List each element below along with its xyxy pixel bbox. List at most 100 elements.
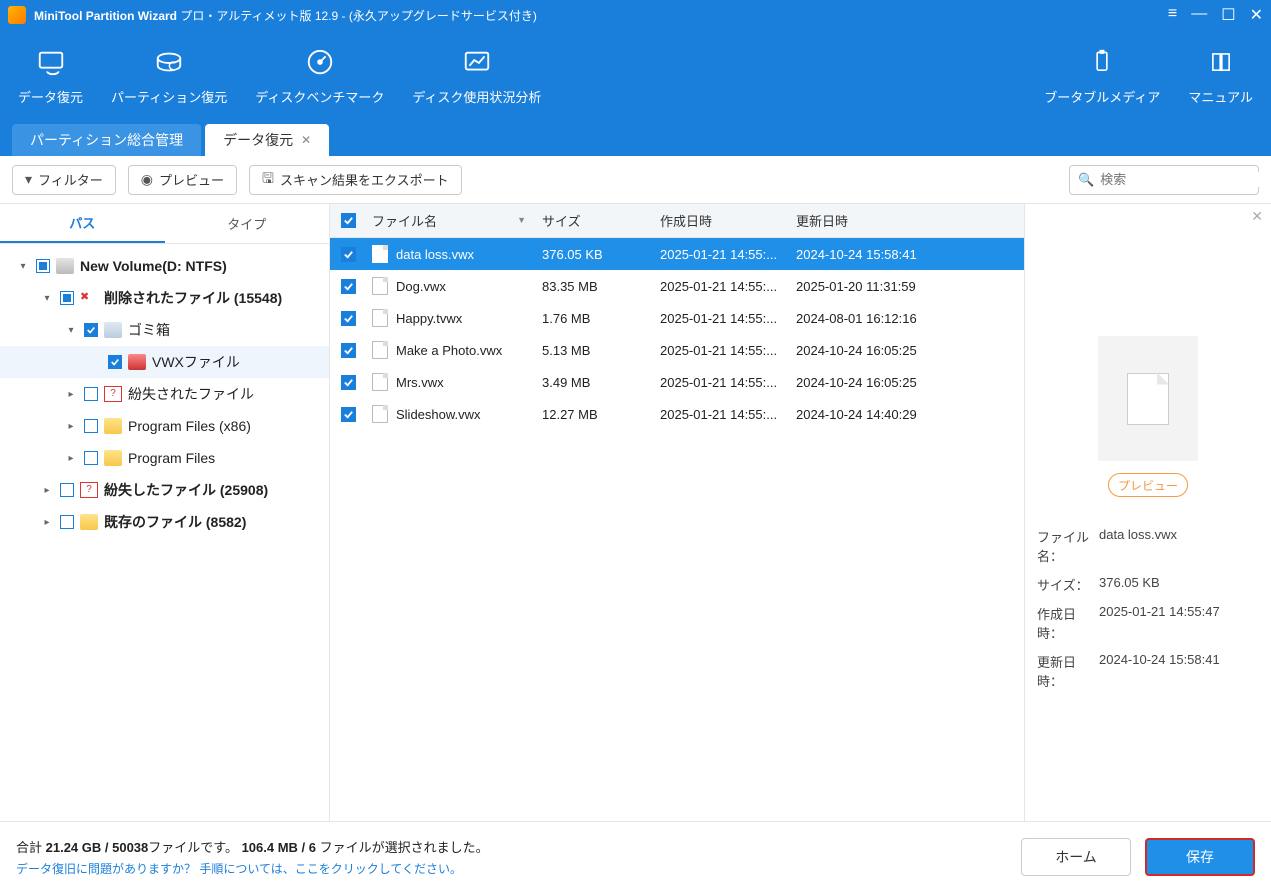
file-icon	[1127, 373, 1169, 425]
filter-button[interactable]: ▾ フィルター	[12, 165, 116, 195]
folder-icon	[104, 418, 122, 434]
lefttab-path[interactable]: パス	[0, 204, 165, 243]
file-row[interactable]: Happy.tvwx1.76 MB2025-01-21 14:55:...202…	[330, 302, 1024, 334]
toolbar-partition-recovery[interactable]: パーティション復元	[97, 45, 241, 106]
tree-item[interactable]: ▸既存のファイル (8582)	[0, 506, 329, 538]
file-created: 2025-01-21 14:55:...	[654, 375, 790, 390]
tree-checkbox[interactable]	[108, 355, 122, 369]
tree-item[interactable]: ▾ ✖ 削除されたファイル (15548)	[0, 282, 329, 314]
hamburger-icon[interactable]: ≡	[1168, 5, 1177, 25]
window-title: MiniTool Partition Wizard プロ・アルティメット版 12…	[34, 7, 1168, 24]
toolbar-disk-benchmark[interactable]: ディスクベンチマーク	[241, 45, 398, 106]
tree-item[interactable]: VWXファイル	[0, 346, 329, 378]
chevron-icon[interactable]: ▸	[40, 485, 54, 496]
save-button[interactable]: 保存	[1145, 838, 1255, 876]
toolbar-label: ディスク使用状況分析	[412, 87, 541, 106]
grid-body[interactable]: data loss.vwx376.05 KB2025-01-21 14:55:.…	[330, 238, 1024, 821]
tree-item[interactable]: ▸Program Files	[0, 442, 329, 474]
footer-help-link[interactable]: データ復旧に問題がありますか？ 手順については、ここをクリックしてください。	[16, 860, 489, 877]
info-label-created: 作成日時：	[1037, 604, 1099, 642]
preview-open-button[interactable]: プレビュー	[1108, 473, 1188, 497]
select-all-checkbox[interactable]	[341, 213, 356, 228]
row-checkbox[interactable]	[341, 311, 356, 326]
file-row[interactable]: Dog.vwx83.35 MB2025-01-21 14:55:...2025-…	[330, 270, 1024, 302]
tree-checkbox[interactable]	[84, 419, 98, 433]
tree-checkbox[interactable]	[84, 451, 98, 465]
tree-item[interactable]: ▾ゴミ箱	[0, 314, 329, 346]
toolbar-label: ディスクベンチマーク	[255, 87, 384, 106]
chevron-icon[interactable]: ▾	[16, 261, 30, 272]
file-created: 2025-01-21 14:55:...	[654, 407, 790, 422]
file-size: 83.35 MB	[536, 279, 654, 294]
close-button[interactable]: ✕	[1250, 5, 1263, 25]
file-icon	[372, 309, 388, 327]
file-row[interactable]: Mrs.vwx3.49 MB2025-01-21 14:55:...2024-1…	[330, 366, 1024, 398]
tab-label: パーティション総合管理	[30, 130, 183, 150]
file-row[interactable]: Slideshow.vwx 12.27 MB2025-01-21 14:55:..…	[330, 398, 1024, 430]
disk-benchmark-icon	[303, 45, 337, 79]
tree-label: New Volume(D: NTFS)	[80, 258, 227, 274]
preview-close-icon[interactable]: ✕	[1251, 208, 1263, 225]
file-icon	[372, 277, 388, 295]
x-icon: ✖	[80, 290, 98, 306]
main-toolbar: データ復元 パーティション復元 ディスクベンチマーク ディスク使用状況分析 ブー…	[0, 30, 1271, 120]
toolbar-manual[interactable]: マニュアル	[1174, 45, 1267, 106]
eye-icon: ◉	[141, 171, 153, 188]
tree-item[interactable]: ▸Program Files (x86)	[0, 410, 329, 442]
toolbar-data-recovery[interactable]: データ復元	[4, 45, 97, 106]
row-checkbox[interactable]	[341, 343, 356, 358]
minimize-button[interactable]: —	[1191, 5, 1207, 25]
chevron-icon[interactable]: ▸	[64, 421, 78, 432]
chevron-icon[interactable]: ▾	[40, 293, 54, 304]
tree-checkbox[interactable]	[60, 291, 74, 305]
tree-item[interactable]: ▸?紛失したファイル (25908)	[0, 474, 329, 506]
search-box[interactable]: 🔍	[1069, 165, 1259, 195]
col-header-name[interactable]: ファイル名▼	[366, 211, 536, 230]
row-checkbox[interactable]	[341, 375, 356, 390]
row-checkbox[interactable]	[341, 279, 356, 294]
tree-checkbox[interactable]	[60, 515, 74, 529]
app-logo-icon	[8, 6, 26, 24]
tree-checkbox[interactable]	[84, 323, 98, 337]
col-header-created[interactable]: 作成日時	[654, 211, 790, 230]
file-name: Mrs.vwx	[396, 375, 444, 390]
tree-checkbox[interactable]	[60, 483, 74, 497]
vw-icon	[128, 354, 146, 370]
tab-close-icon[interactable]: ✕	[301, 133, 311, 147]
file-created: 2025-01-21 14:55:...	[654, 247, 790, 262]
row-checkbox[interactable]	[341, 407, 356, 422]
chevron-icon[interactable]: ▸	[64, 389, 78, 400]
left-pane: パス タイプ ▾ New Volume(D: NTFS) ▾ ✖ 削除されたファイル (…	[0, 204, 330, 821]
tree-item[interactable]: ▸?紛失されたファイル	[0, 378, 329, 410]
preview-button[interactable]: ◉ プレビュー	[128, 165, 237, 195]
file-icon	[372, 245, 388, 263]
toolbar-label: データ復元	[18, 87, 83, 106]
tab-data-recovery[interactable]: データ復元 ✕	[205, 124, 329, 156]
file-icon	[372, 341, 388, 359]
col-header-modified[interactable]: 更新日時	[790, 211, 1024, 230]
file-row[interactable]: Make a Photo.vwx5.13 MB2025-01-21 14:55:…	[330, 334, 1024, 366]
toolbar-disk-usage[interactable]: ディスク使用状況分析	[398, 45, 555, 106]
home-button[interactable]: ホーム	[1021, 838, 1131, 876]
chevron-icon[interactable]: ▸	[40, 517, 54, 528]
tab-partition-management[interactable]: パーティション総合管理	[12, 124, 201, 156]
file-name: Slideshow.vwx	[396, 407, 481, 422]
tree-item[interactable]: ▾ New Volume(D: NTFS)	[0, 250, 329, 282]
tree-label: 削除されたファイル (15548)	[104, 288, 282, 308]
tree-checkbox[interactable]	[84, 387, 98, 401]
export-button[interactable]: 🖫 スキャン結果をエクスポート	[249, 165, 462, 195]
file-name: Dog.vwx	[396, 279, 446, 294]
lefttab-type[interactable]: タイプ	[165, 204, 330, 243]
search-input[interactable]	[1100, 172, 1271, 187]
tree-checkbox[interactable]	[36, 259, 50, 273]
row-checkbox[interactable]	[341, 247, 356, 262]
file-modified: 2024-08-01 16:12:16	[790, 311, 1024, 326]
chevron-icon[interactable]: ▸	[64, 453, 78, 464]
folder-tree[interactable]: ▾New Volume(D: NTFS)▾✖削除されたファイル (15548)▾…	[0, 244, 329, 821]
toolbar-bootable-media[interactable]: ブータブルメディア	[1030, 45, 1174, 106]
file-size: 12.27 MB	[536, 407, 654, 422]
maximize-button[interactable]: ☐	[1221, 5, 1235, 25]
chevron-icon[interactable]: ▾	[64, 325, 78, 336]
col-header-size[interactable]: サイズ	[536, 211, 654, 230]
file-row[interactable]: data loss.vwx376.05 KB2025-01-21 14:55:.…	[330, 238, 1024, 270]
